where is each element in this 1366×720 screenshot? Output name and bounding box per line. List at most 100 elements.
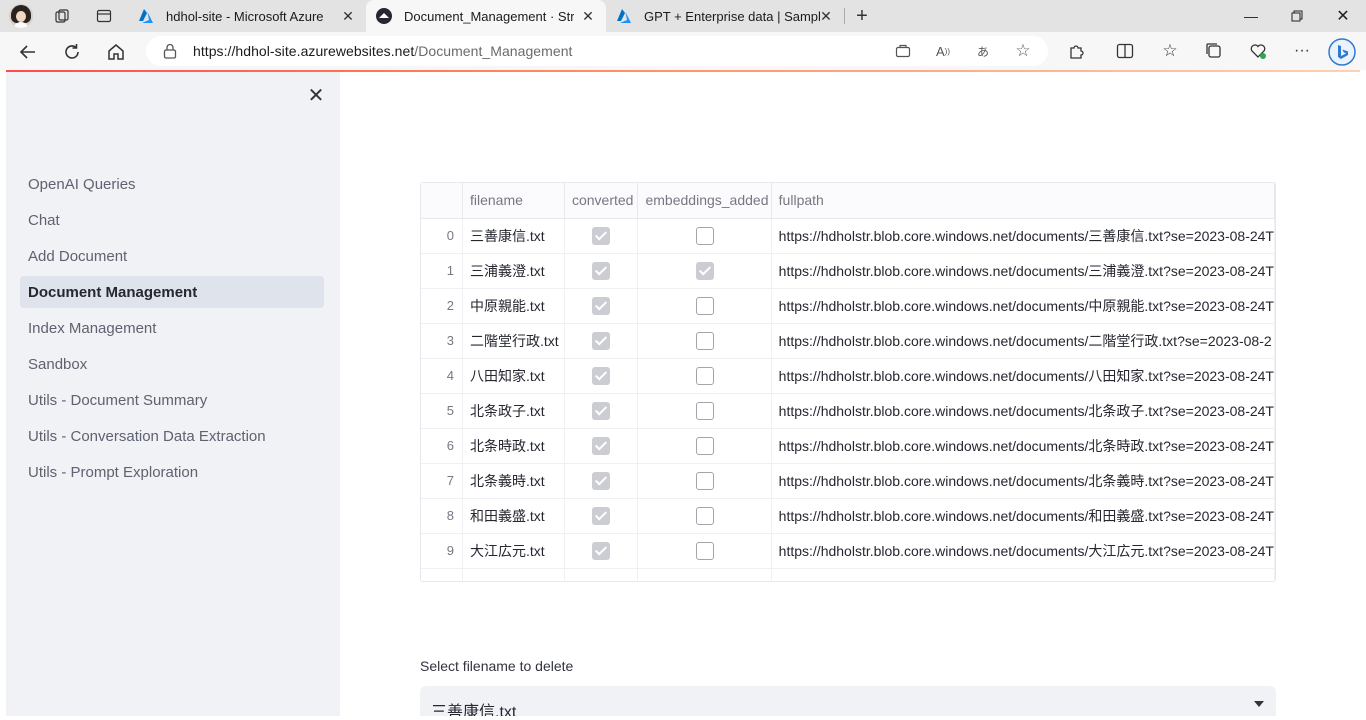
cell-fullpath[interactable]: https://hdholstr.blob.core.windows.net/d… [771, 393, 1275, 429]
documents-dataframe[interactable]: filename converted embeddings_added full… [420, 182, 1276, 582]
browser-essentials-icon[interactable] [1248, 41, 1268, 61]
read-aloud-icon[interactable]: A)) [934, 42, 952, 60]
favorites-icon[interactable]: ☆ [1160, 41, 1180, 61]
sidebar-item-utils-prompt-exploration[interactable]: Utils - Prompt Exploration [20, 456, 324, 488]
cell-converted[interactable] [564, 358, 639, 394]
checkbox[interactable] [592, 331, 611, 350]
column-header-fullpath[interactable]: fullpath [771, 183, 1275, 219]
new-tab-icon[interactable]: + [852, 5, 872, 27]
cell-embeddings-added[interactable] [637, 323, 772, 359]
column-header-embeddings-added[interactable]: embeddings_added [637, 183, 772, 219]
cell-embeddings-added[interactable] [637, 428, 772, 464]
sidebar-item-add-document[interactable]: Add Document [20, 240, 324, 272]
cell-converted[interactable] [564, 428, 639, 464]
profile-avatar[interactable] [9, 4, 33, 28]
cell-filename[interactable]: 北条政子.txt [462, 393, 565, 429]
checkbox[interactable] [695, 296, 714, 315]
cell-fullpath[interactable]: https://hdholstr.blob.core.windows.net/d… [771, 463, 1275, 499]
sidebar-item-index-management[interactable]: Index Management [20, 312, 324, 344]
cell-fullpath[interactable]: https://hdholstr.blob.core.windows.net/d… [771, 533, 1275, 569]
sidebar-item-utils-document-summary[interactable]: Utils - Document Summary [20, 384, 324, 416]
restore-icon[interactable] [1274, 0, 1320, 32]
address-bar[interactable]: https://hdhol-site.azurewebsites.net/Doc… [146, 36, 1048, 66]
cell-filename[interactable]: 北条義時.txt [462, 463, 565, 499]
checkbox[interactable] [695, 506, 714, 525]
cell-fullpath[interactable]: https://hdholstr.blob.core.windows.net/d… [771, 358, 1275, 394]
sidebar-item-openai-queries[interactable]: OpenAI Queries [20, 168, 324, 200]
minimize-icon[interactable]: — [1228, 0, 1274, 32]
cell-filename[interactable]: 大江広元.txt [462, 533, 565, 569]
cell-fullpath[interactable]: https://hdholstr.blob.core.windows.net/d… [771, 498, 1275, 534]
sidebar-item-document-management[interactable]: Document Management [20, 276, 324, 308]
cell-fullpath[interactable]: https://hdholstr.blob.core.windows.net/d… [771, 218, 1275, 254]
cell-embeddings-added[interactable] [637, 533, 772, 569]
checkbox[interactable] [695, 261, 714, 280]
translate-icon[interactable]: あ [974, 42, 992, 60]
checkbox[interactable] [695, 366, 714, 385]
checkbox[interactable] [592, 366, 611, 385]
column-header-filename[interactable]: filename [462, 183, 565, 219]
tab-azure-portal[interactable]: hdhol-site - Microsoft Azure ✕ [128, 0, 366, 32]
checkbox[interactable] [695, 541, 714, 560]
favorite-star-icon[interactable]: ☆ [1014, 41, 1032, 60]
cell-converted[interactable] [564, 498, 639, 534]
cell-filename[interactable]: 三浦義澄.txt [462, 253, 565, 289]
close-tab-icon[interactable]: ✕ [818, 8, 834, 24]
split-screen-icon[interactable] [1115, 41, 1135, 61]
cell-embeddings-added[interactable] [637, 498, 772, 534]
checkbox[interactable] [695, 401, 714, 420]
chevron-down-icon[interactable] [1254, 701, 1264, 707]
cell-converted[interactable] [564, 463, 639, 499]
cell-embeddings-added[interactable] [637, 358, 772, 394]
checkbox[interactable] [592, 436, 611, 455]
checkbox[interactable] [592, 401, 611, 420]
tab-gpt-enterprise[interactable]: GPT + Enterprise data | Sample ✕ [606, 0, 844, 32]
checkbox[interactable] [592, 506, 611, 525]
checkbox[interactable] [592, 226, 611, 245]
checkbox[interactable] [592, 296, 611, 315]
cell-converted[interactable] [564, 323, 639, 359]
cell-filename[interactable]: 北条時政.txt [462, 428, 565, 464]
refresh-icon[interactable] [60, 40, 84, 64]
collections-icon[interactable] [1204, 41, 1224, 61]
checkbox[interactable] [695, 471, 714, 490]
cell-embeddings-added[interactable] [637, 253, 772, 289]
more-menu-icon[interactable]: ··· [1292, 41, 1312, 61]
home-icon[interactable] [104, 40, 128, 64]
lock-icon[interactable] [163, 43, 177, 64]
cell-filename[interactable]: 三善康信.txt [462, 218, 565, 254]
cell-embeddings-added[interactable] [637, 218, 772, 254]
tab-document-management[interactable]: Document_Management · Streamlit ✕ [366, 0, 606, 32]
delete-filename-select[interactable]: 三善康信.txt [420, 686, 1276, 716]
cell-fullpath[interactable]: https://hdholstr.blob.core.windows.net/d… [771, 428, 1275, 464]
column-header-index[interactable] [421, 183, 463, 219]
checkbox[interactable] [695, 436, 714, 455]
cell-fullpath[interactable]: https://hdholstr.blob.core.windows.net/d… [771, 288, 1275, 324]
checkbox[interactable] [592, 261, 611, 280]
cell-embeddings-added[interactable] [637, 288, 772, 324]
app-available-icon[interactable] [894, 42, 912, 60]
cell-filename[interactable]: 二階堂行政.txt [462, 323, 565, 359]
close-sidebar-icon[interactable]: ✕ [306, 86, 326, 106]
checkbox[interactable] [695, 226, 714, 245]
extensions-icon[interactable] [1067, 41, 1087, 61]
cell-converted[interactable] [564, 288, 639, 324]
close-tab-icon[interactable]: ✕ [340, 8, 356, 24]
cell-filename[interactable]: 八田知家.txt [462, 358, 565, 394]
workspaces-icon[interactable] [52, 6, 72, 26]
column-header-converted[interactable]: converted [564, 183, 639, 219]
cell-converted[interactable] [564, 218, 639, 254]
checkbox[interactable] [592, 541, 611, 560]
cell-fullpath[interactable]: https://hdholstr.blob.core.windows.net/d… [771, 253, 1275, 289]
bing-copilot-icon[interactable] [1328, 38, 1356, 66]
sidebar-item-chat[interactable]: Chat [20, 204, 324, 236]
cell-embeddings-added[interactable] [637, 463, 772, 499]
close-window-icon[interactable]: ✕ [1320, 0, 1366, 32]
checkbox[interactable] [592, 471, 611, 490]
back-icon[interactable] [16, 40, 40, 64]
tab-actions-icon[interactable] [94, 6, 114, 26]
checkbox[interactable] [695, 331, 714, 350]
cell-converted[interactable] [564, 253, 639, 289]
sidebar-item-utils-conversation-data-extraction[interactable]: Utils - Conversation Data Extraction [20, 420, 324, 452]
cell-fullpath[interactable]: https://hdholstr.blob.core.windows.net/d… [771, 323, 1275, 359]
